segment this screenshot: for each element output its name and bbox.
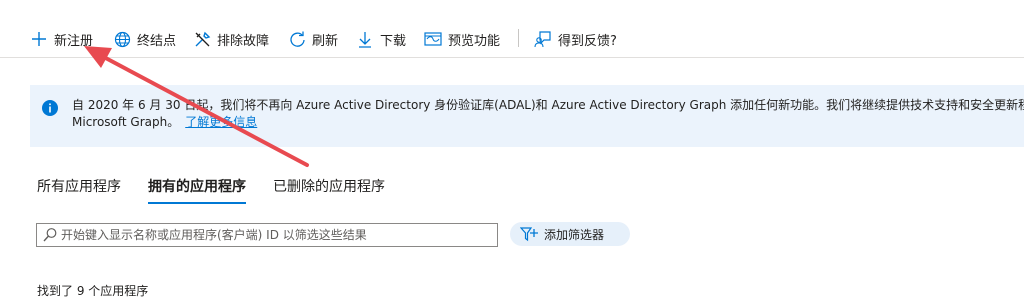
plus-icon (30, 30, 48, 48)
refresh-label: 刷新 (312, 33, 339, 49)
feedback-button[interactable]: 得到反馈? (534, 26, 617, 52)
banner-text: 自 2020 年 6 月 30 日起，我们将不再向 Azure Active D… (72, 97, 1024, 131)
feedback-label: 得到反馈? (558, 33, 617, 49)
learn-more-link[interactable]: 了解更多信息 (185, 115, 257, 129)
search-box (36, 223, 498, 247)
command-bar: 新注册 终结点 排除故障 刷新 下载 预览功能 得到反馈? (0, 0, 1024, 58)
add-filter-button[interactable]: 添加筛选器 (510, 222, 630, 246)
endpoints-label: 终结点 (137, 33, 177, 49)
preview-features-label: 预览功能 (448, 33, 501, 49)
add-filter-label: 添加筛选器 (544, 227, 605, 242)
banner-line-2-text: Microsoft Graph。 (72, 115, 180, 129)
download-button[interactable]: 下载 (356, 26, 406, 52)
refresh-button[interactable]: 刷新 (288, 26, 338, 52)
globe-icon (113, 30, 131, 48)
search-icon (42, 227, 58, 243)
deprecation-banner: 自 2020 年 6 月 30 日起，我们将不再向 Azure Active D… (30, 85, 1024, 147)
preview-icon (424, 30, 442, 48)
troubleshoot-label: 排除故障 (217, 33, 270, 49)
results-count: 找到了 9 个应用程序 (37, 284, 149, 298)
info-icon (42, 100, 58, 116)
new-registration-label: 新注册 (54, 33, 94, 49)
banner-line-1: 自 2020 年 6 月 30 日起，我们将不再向 Azure Active D… (72, 98, 1024, 112)
feedback-icon (534, 30, 552, 48)
tab-all-applications[interactable]: 所有应用程序 (37, 176, 121, 202)
new-registration-button[interactable]: 新注册 (30, 26, 93, 52)
preview-features-button[interactable]: 预览功能 (424, 26, 500, 52)
tab-owned-applications[interactable]: 拥有的应用程序 (148, 176, 246, 204)
tools-icon (193, 30, 211, 48)
download-label: 下载 (380, 33, 407, 49)
download-icon (356, 30, 374, 48)
filter-add-icon (520, 226, 538, 242)
banner-line-2: Microsoft Graph。 了解更多信息 (72, 114, 1024, 131)
toolbar-divider (518, 29, 519, 47)
endpoints-button[interactable]: 终结点 (113, 26, 176, 52)
tab-deleted-applications[interactable]: 已删除的应用程序 (273, 176, 385, 202)
refresh-icon (288, 30, 306, 48)
search-input[interactable] (61, 228, 491, 242)
troubleshoot-button[interactable]: 排除故障 (193, 26, 269, 52)
